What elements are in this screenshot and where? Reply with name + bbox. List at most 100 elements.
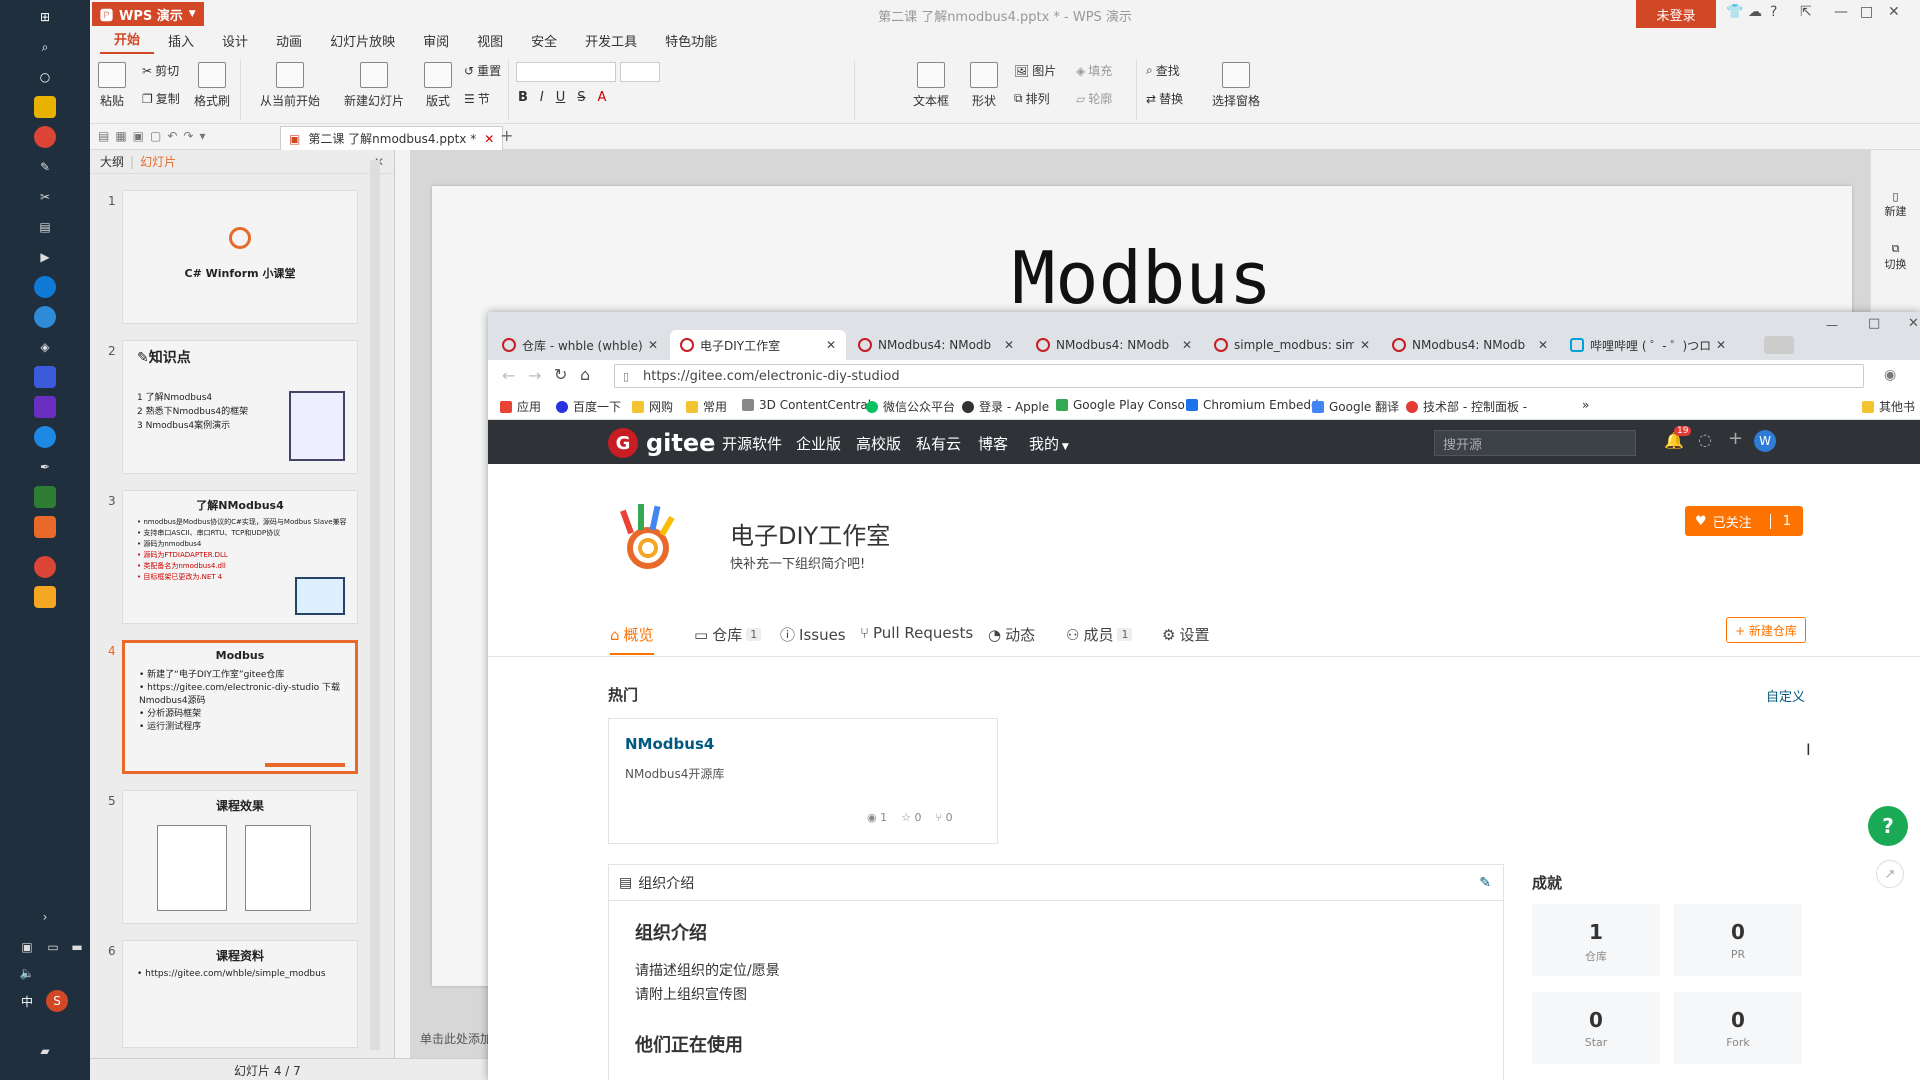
stat-repos[interactable]: 1 仓库 bbox=[1532, 904, 1660, 976]
close-icon[interactable]: ✕ bbox=[1888, 4, 1900, 20]
new-repo-button[interactable]: + 新建仓库 bbox=[1726, 617, 1806, 643]
tab-home[interactable]: 开始 bbox=[100, 25, 155, 54]
address-bar[interactable]: ▯ https://gitee.com/electronic-diy-studi… bbox=[614, 364, 1864, 388]
tab-security[interactable]: 安全 bbox=[517, 27, 571, 54]
replace-button[interactable]: ⇄ 替换 bbox=[1146, 90, 1183, 107]
copy-button[interactable]: ❐ 复制 bbox=[142, 90, 180, 107]
monitor-icon[interactable]: ▭ bbox=[42, 936, 64, 958]
browser-tab[interactable]: 仓库 - whble (whble) ✕ bbox=[492, 330, 668, 360]
nav-open-source[interactable]: 开源软件 bbox=[722, 433, 782, 454]
stat-pr[interactable]: 0 PR bbox=[1674, 904, 1802, 976]
close-tab-icon[interactable]: ✕ bbox=[1538, 338, 1548, 352]
follow-button[interactable]: ♥ 已关注 1 bbox=[1685, 506, 1803, 536]
bookmark-item[interactable]: 常用 bbox=[686, 398, 727, 415]
browser-tab[interactable]: simple_modbus: sim ✕ bbox=[1204, 330, 1380, 360]
tab-settings[interactable]: ⚙ 设置 bbox=[1162, 624, 1209, 645]
nav-blog[interactable]: 博客 bbox=[978, 433, 1008, 454]
shape-button[interactable]: 形状 bbox=[962, 62, 1006, 109]
slides-tab[interactable]: 幻灯片 bbox=[140, 153, 176, 170]
pen-icon[interactable]: ✒ bbox=[34, 456, 56, 478]
bookmark-item[interactable]: 百度一下 bbox=[556, 398, 621, 415]
outline-tab[interactable]: 大纲 bbox=[100, 153, 124, 170]
bookmark-item[interactable]: 技术部 - 控制面板 - bbox=[1406, 398, 1527, 415]
app-blue-icon[interactable] bbox=[34, 426, 56, 448]
close-tab-icon[interactable]: ✕ bbox=[1360, 338, 1370, 352]
bookmark-item[interactable]: 登录 - Apple bbox=[962, 398, 1049, 415]
new-tab-button[interactable] bbox=[1764, 336, 1794, 354]
bookmark-item[interactable]: 3D ContentCentral bbox=[742, 398, 871, 412]
bookmark-item[interactable]: Google 翻译 bbox=[1312, 398, 1399, 415]
chat-icon[interactable]: ☁ bbox=[1748, 4, 1762, 20]
tab-insert[interactable]: 插入 bbox=[154, 27, 208, 54]
from-current-button[interactable]: 从当前开始 bbox=[250, 62, 330, 109]
volume-icon[interactable]: 🔈 bbox=[16, 962, 38, 984]
cut-button[interactable]: ✂ 剪切 bbox=[142, 62, 179, 79]
media-icon[interactable]: ▶ bbox=[34, 246, 56, 268]
chevron-right-icon[interactable]: › bbox=[34, 906, 56, 928]
sogou-icon[interactable]: S bbox=[46, 990, 68, 1012]
windows-start-icon[interactable]: ⊞ bbox=[34, 6, 56, 28]
bold-icon[interactable]: B bbox=[518, 90, 528, 105]
tab-members[interactable]: ⚇ 成员 1 bbox=[1066, 624, 1133, 645]
gitee-logo[interactable]: Ggitee bbox=[608, 428, 715, 458]
stat-fork[interactable]: 0 Fork bbox=[1674, 992, 1802, 1064]
app-icon[interactable]: ◈ bbox=[34, 336, 56, 358]
slide-thumbnail-3[interactable]: 了解NModbus4 • nmodbus是Modbus协议的C#实现，源码与Mo… bbox=[122, 490, 358, 624]
browser-icon[interactable] bbox=[34, 306, 56, 328]
quick-access-icons[interactable]: ▤▦▣▢↶↷▾ bbox=[98, 129, 211, 143]
tab-review[interactable]: 审阅 bbox=[409, 27, 463, 54]
bookmark-item[interactable]: 微信公众平台 bbox=[866, 398, 955, 415]
select-pane-button[interactable]: 选择窗格 bbox=[1208, 62, 1264, 109]
repo-name-link[interactable]: NModbus4 bbox=[625, 735, 714, 753]
gitee-search-input[interactable]: 搜开源 bbox=[1434, 430, 1636, 456]
visual-studio-icon[interactable] bbox=[34, 396, 56, 418]
browser-tab[interactable]: NModbus4: NModb ✕ bbox=[1382, 330, 1558, 360]
fill-button[interactable]: ◈ 填充 bbox=[1076, 62, 1112, 79]
font-name-select[interactable] bbox=[516, 62, 616, 82]
bookmark-item[interactable]: Chromium Embedd bbox=[1186, 398, 1319, 412]
font-color-icon[interactable]: A bbox=[598, 90, 607, 105]
wps-presentation-icon[interactable] bbox=[34, 516, 56, 538]
customize-link[interactable]: 自定义 bbox=[1766, 686, 1805, 705]
minimize-icon[interactable]: — bbox=[1834, 4, 1848, 20]
slide-thumbnail-4[interactable]: Modbus • 新建了“电子DIY工作室”gitee仓库 • https://… bbox=[122, 640, 358, 774]
repo-card[interactable]: NModbus4 NModbus4开源库 ◉ 1 ☆ 0 ⑂ 0 bbox=[608, 718, 998, 844]
switch-tool-button[interactable]: ⧉ 切换 bbox=[1871, 242, 1920, 272]
close-tab-icon[interactable]: ✕ bbox=[484, 132, 494, 146]
ime-icon[interactable]: 中 bbox=[16, 990, 38, 1012]
tab-activity[interactable]: ◔ 动态 bbox=[988, 624, 1035, 645]
login-button[interactable]: 未登录 bbox=[1636, 0, 1716, 28]
strike-icon[interactable]: S bbox=[577, 90, 585, 105]
add-tab-icon[interactable]: + bbox=[500, 126, 513, 145]
minimize-icon[interactable]: — bbox=[1826, 318, 1838, 332]
bookmark-apps[interactable]: 应用 bbox=[500, 398, 541, 415]
tool-icon[interactable]: ✂ bbox=[34, 186, 56, 208]
find-button[interactable]: ⌕ 查找 bbox=[1146, 62, 1180, 79]
italic-icon[interactable]: I bbox=[540, 90, 544, 105]
reload-icon[interactable]: ↻ bbox=[554, 365, 567, 384]
section-button[interactable]: ☰ 节 bbox=[464, 90, 490, 107]
battery-icon[interactable]: ▬ bbox=[66, 936, 88, 958]
close-tab-icon[interactable]: ✕ bbox=[1004, 338, 1014, 352]
lightbulb-icon[interactable]: ◌ bbox=[1698, 430, 1712, 449]
browser-tab[interactable]: NModbus4: NModb ✕ bbox=[1026, 330, 1202, 360]
search-icon[interactable]: ⌕ bbox=[34, 36, 56, 58]
picture-button[interactable]: 🖼 图片 bbox=[1014, 62, 1056, 79]
nav-private-cloud[interactable]: 私有云 bbox=[916, 433, 961, 454]
format-painter-button[interactable]: 格式刷 bbox=[194, 62, 230, 109]
slide-thumbnail-2[interactable]: ✎知识点 1 了解Nmodbus4 2 熟悉下Nmodbus4的框架 3 Nmo… bbox=[122, 340, 358, 474]
tab-overview[interactable]: ⌂ 概览 bbox=[610, 624, 654, 655]
chrome-active-icon[interactable] bbox=[34, 556, 56, 578]
reset-button[interactable]: ↺ 重置 bbox=[464, 62, 501, 79]
plus-icon[interactable]: + bbox=[1728, 428, 1743, 449]
outline-button[interactable]: ▱ 轮廓 bbox=[1076, 90, 1112, 107]
chrome-icon[interactable] bbox=[34, 126, 56, 148]
slide-thumbnail-1[interactable]: C# Winform 小课堂 bbox=[122, 190, 358, 324]
nav-enterprise[interactable]: 企业版 bbox=[796, 433, 841, 454]
avatar[interactable]: W bbox=[1754, 430, 1776, 452]
help-button[interactable]: ? bbox=[1868, 806, 1908, 846]
bookmark-item[interactable]: 其他书 bbox=[1862, 398, 1915, 415]
app-orange-icon[interactable] bbox=[34, 586, 56, 608]
new-tool-button[interactable]: ▯ 新建 bbox=[1871, 190, 1920, 219]
tab-pull-requests[interactable]: ⑂ Pull Requests bbox=[860, 624, 973, 642]
